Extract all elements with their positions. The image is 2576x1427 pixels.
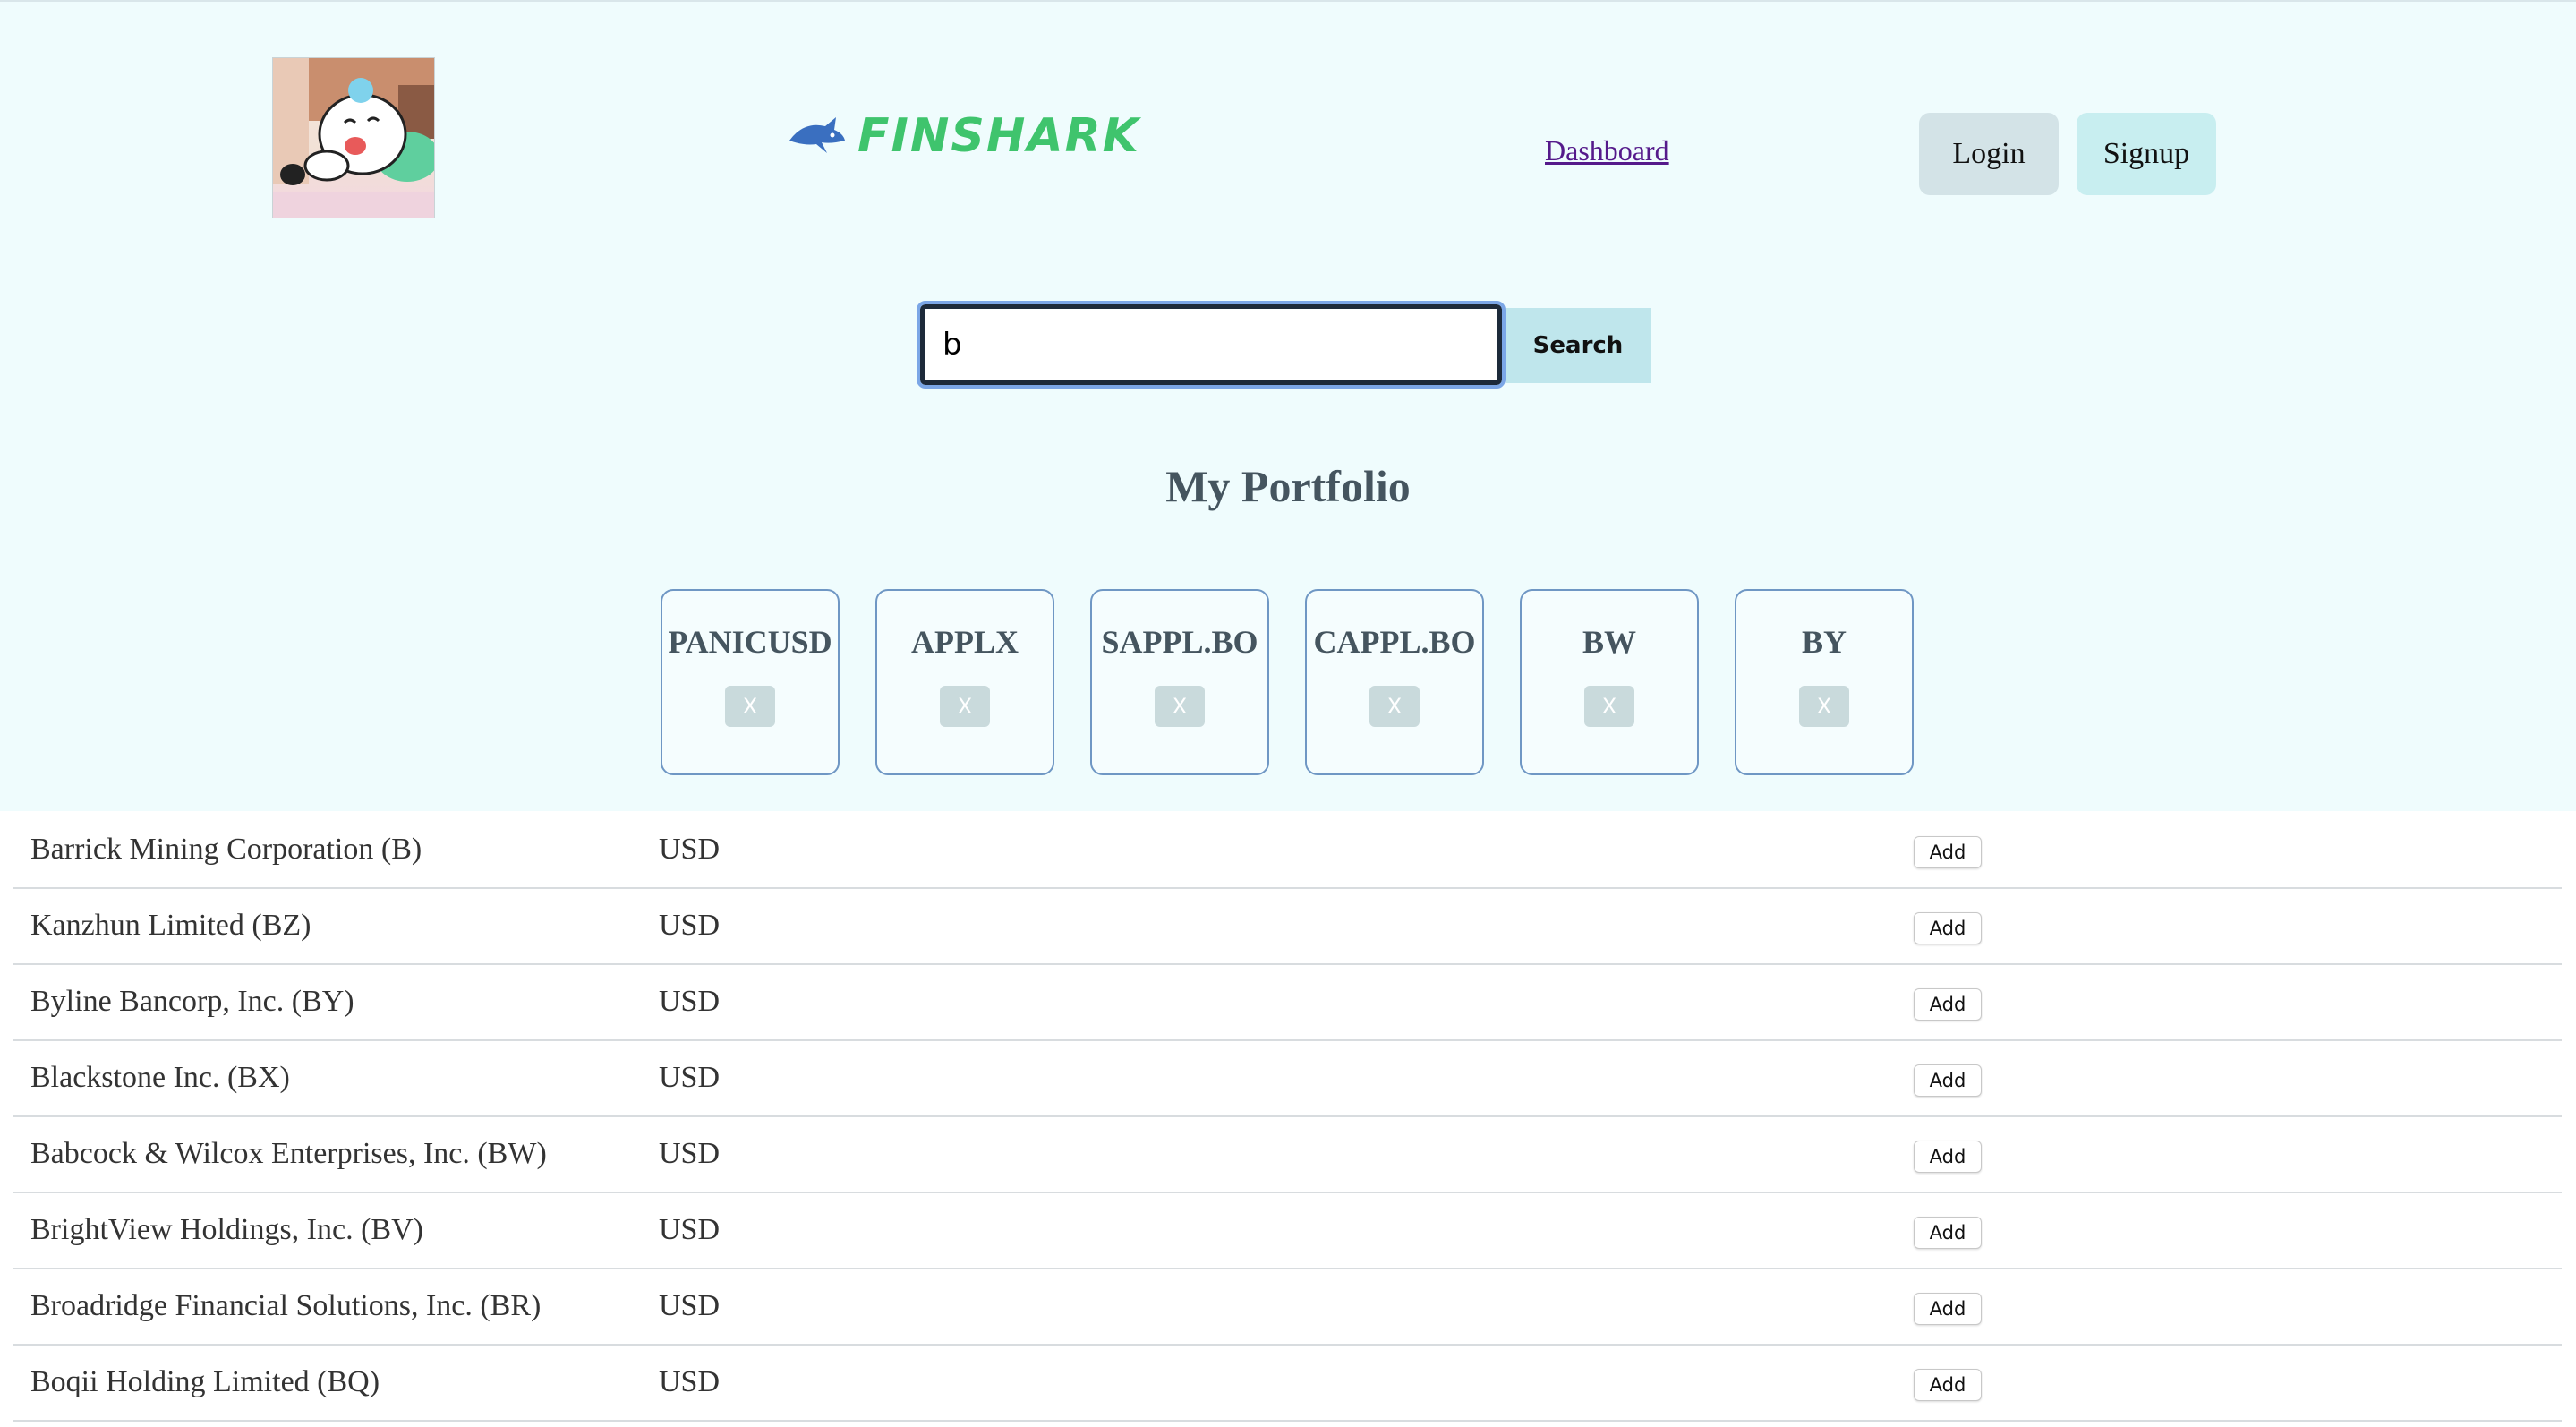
company-name: Babcock & Wilcox Enterprises, Inc. (BW): [30, 1137, 547, 1170]
add-button[interactable]: Add: [1914, 1064, 1982, 1097]
add-button[interactable]: Add: [1914, 988, 1982, 1021]
add-button[interactable]: Add: [1914, 912, 1982, 944]
result-row: Barrick Mining Corporation (B) USD Add: [13, 813, 2562, 889]
remove-portfolio-button[interactable]: X: [940, 686, 990, 727]
portfolio-card: CAPPL.BO X: [1305, 589, 1484, 775]
currency: USD: [659, 1061, 721, 1094]
result-row: Boqii Holding Limited (BQ) USD Add: [13, 1346, 2562, 1422]
portfolio-card-symbol: BW: [1582, 624, 1636, 660]
login-button[interactable]: Login: [1919, 113, 2059, 195]
currency: USD: [659, 1289, 721, 1322]
company-name: Broadridge Financial Solutions, Inc. (BR…: [30, 1289, 542, 1322]
company-name: Boqii Holding Limited (BQ): [30, 1365, 380, 1398]
company-name: BrightView Holdings, Inc. (BV): [30, 1213, 423, 1246]
nav-dashboard-link[interactable]: Dashboard: [1545, 134, 1669, 167]
search-button[interactable]: Search: [1506, 308, 1651, 383]
currency: USD: [659, 1213, 721, 1246]
add-button[interactable]: Add: [1914, 1217, 1982, 1249]
result-row: Kanzhun Limited (BZ) USD Add: [13, 889, 2562, 965]
portfolio-cards: PANICUSD X APPLX X SAPPL.BO X CAPPL.BO X…: [661, 589, 1914, 775]
currency: USD: [659, 1365, 721, 1398]
company-name: Byline Bancorp, Inc. (BY): [30, 985, 354, 1018]
currency: USD: [659, 833, 721, 866]
currency: USD: [659, 1137, 721, 1170]
company-name: Kanzhun Limited (BZ): [30, 909, 311, 942]
company-name: Blackstone Inc. (BX): [30, 1061, 290, 1094]
shark-icon: [789, 117, 845, 153]
add-button[interactable]: Add: [1914, 1141, 1982, 1173]
finshark-logo[interactable]: FINSHARK: [786, 109, 1140, 163]
portfolio-card-symbol: PANICUSD: [668, 624, 832, 660]
search-results-list: Barrick Mining Corporation (B) USD Add K…: [13, 813, 2562, 1422]
portfolio-card: SAPPL.BO X: [1090, 589, 1269, 775]
logo-text: FINSHARK: [857, 109, 1140, 163]
result-row: Babcock & Wilcox Enterprises, Inc. (BW) …: [13, 1117, 2562, 1193]
remove-portfolio-button[interactable]: X: [1799, 686, 1849, 727]
portfolio-card: PANICUSD X: [661, 589, 840, 775]
portfolio-card-symbol: CAPPL.BO: [1313, 624, 1476, 660]
result-row: BrightView Holdings, Inc. (BV) USD Add: [13, 1193, 2562, 1269]
remove-portfolio-button[interactable]: X: [1369, 686, 1420, 727]
portfolio-card: APPLX X: [875, 589, 1054, 775]
portfolio-card-symbol: BY: [1801, 624, 1847, 660]
company-name: Barrick Mining Corporation (B): [30, 833, 422, 866]
result-row: Blackstone Inc. (BX) USD Add: [13, 1041, 2562, 1117]
portfolio-card-symbol: APPLX: [911, 624, 1019, 660]
signup-button[interactable]: Signup: [2077, 113, 2216, 195]
add-button[interactable]: Add: [1914, 1369, 1982, 1401]
avatar: [272, 57, 435, 218]
result-row: Byline Bancorp, Inc. (BY) USD Add: [13, 965, 2562, 1041]
remove-portfolio-button[interactable]: X: [725, 686, 775, 727]
add-button[interactable]: Add: [1914, 836, 1982, 868]
add-button[interactable]: Add: [1914, 1293, 1982, 1325]
remove-portfolio-button[interactable]: X: [1584, 686, 1634, 727]
portfolio-title: My Portfolio: [1165, 461, 1411, 511]
search-input[interactable]: [917, 301, 1506, 389]
header-area: FINSHARK Dashboard Login Signup Search M…: [0, 0, 2576, 811]
currency: USD: [659, 985, 721, 1018]
portfolio-card: BY X: [1735, 589, 1914, 775]
currency: USD: [659, 909, 721, 942]
remove-portfolio-button[interactable]: X: [1155, 686, 1205, 727]
result-row: Broadridge Financial Solutions, Inc. (BR…: [13, 1269, 2562, 1346]
avatar-illustration: [273, 58, 434, 218]
portfolio-card: BW X: [1520, 589, 1699, 775]
portfolio-card-symbol: SAPPL.BO: [1101, 624, 1258, 660]
